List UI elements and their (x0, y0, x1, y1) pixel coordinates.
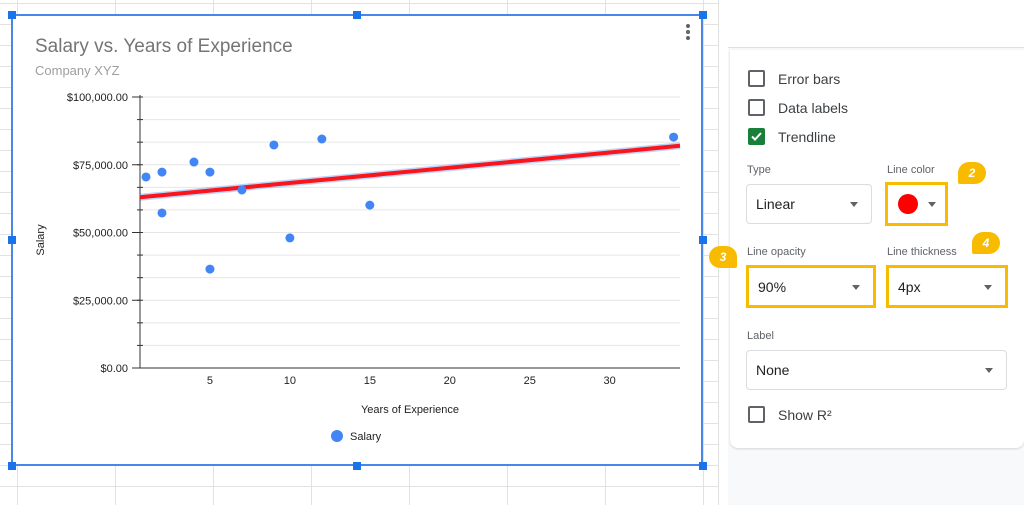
data-point (669, 132, 679, 142)
line-opacity-dropdown[interactable]: 90% (746, 265, 876, 308)
line-opacity-value: 90% (758, 278, 787, 295)
y-axis: $0.00 $25,000.00 $50,000.00 $75,000.00 $100,… (67, 92, 143, 375)
x-tick-label: 20 (444, 375, 456, 387)
data-point (365, 200, 375, 210)
type-label: Type (747, 164, 771, 176)
trendline-group (139, 142, 681, 201)
dropdown-arrow-icon (850, 202, 858, 207)
y-tick-label: $75,000.00 (73, 160, 128, 172)
type-value: Linear (756, 196, 795, 212)
y-axis-title: Salary (35, 224, 47, 256)
dropdown-arrow-icon (852, 285, 860, 290)
check-icon (751, 132, 762, 141)
trend-label-label: Label (747, 330, 774, 342)
data-point (205, 167, 215, 177)
data-labels-checkbox[interactable]: Data labels (748, 99, 848, 116)
data-point (157, 208, 167, 218)
dropdown-arrow-icon (985, 368, 993, 373)
trendline (139, 143, 681, 200)
callout-badge: 2 (958, 162, 986, 184)
dropdown-arrow-icon (928, 202, 936, 207)
show-r2-checkbox[interactable]: Show R² (748, 406, 832, 423)
x-tick-label: 30 (604, 375, 616, 387)
x-tick-label: 15 (364, 375, 376, 387)
y-tick-label: $25,000.00 (73, 295, 128, 307)
line-thickness-label: Line thickness (887, 246, 957, 258)
checkbox-box[interactable] (748, 70, 765, 87)
data-point (189, 157, 199, 167)
panel-header (728, 0, 1024, 48)
data-point (141, 172, 151, 182)
scatter-plot: $0.00 $25,000.00 $50,000.00 $75,000.00 $100,… (35, 92, 681, 443)
checkbox-box[interactable] (748, 406, 765, 423)
resize-handle-tr[interactable] (699, 11, 707, 19)
x-axis: 5 10 15 20 25 30 (140, 367, 680, 387)
x-tick-label: 25 (524, 375, 536, 387)
dropdown-arrow-icon (984, 285, 992, 290)
checkbox-label: Trendline (778, 128, 836, 145)
resize-handle-tc[interactable] (353, 11, 361, 19)
x-tick-label: 5 (207, 375, 213, 387)
trend-label-dropdown[interactable]: None (746, 350, 1007, 390)
resize-handle-br[interactable] (699, 462, 707, 470)
checkbox-label: Data labels (778, 99, 849, 116)
data-point (157, 167, 167, 177)
data-point (237, 185, 247, 195)
data-point (285, 233, 295, 243)
legend-label: Salary (350, 431, 382, 443)
callout-badge: 3 (709, 246, 737, 268)
error-bars-checkbox[interactable]: Error bars (748, 70, 840, 87)
color-swatch (898, 194, 918, 214)
gridlines (140, 96, 680, 369)
line-opacity-label: Line opacity (747, 246, 806, 258)
data-point (205, 264, 215, 274)
callout-badge: 4 (972, 232, 1000, 254)
legend-marker (331, 430, 343, 442)
data-point (269, 140, 279, 150)
checkbox-box[interactable] (748, 128, 765, 145)
resize-handle-ml[interactable] (8, 236, 16, 244)
line-thickness-dropdown[interactable]: 4px (886, 265, 1008, 308)
line-color-dropdown[interactable] (885, 182, 948, 226)
trend-label-value: None (756, 362, 790, 378)
resize-handle-bl[interactable] (8, 462, 16, 470)
checkbox-label: Show R² (778, 406, 832, 423)
resize-handle-bc[interactable] (353, 462, 361, 470)
x-axis-title: Years of Experience (361, 404, 459, 416)
y-tick-label: $100,000.00 (67, 92, 128, 104)
type-dropdown[interactable]: Linear (746, 184, 872, 224)
resize-handle-tl[interactable] (8, 11, 16, 19)
checkbox-label: Error bars (778, 70, 841, 87)
line-thickness-value: 4px (898, 278, 921, 295)
y-tick-label: $0.00 (100, 363, 128, 375)
resize-handle-mr[interactable] (699, 236, 707, 244)
y-tick-label: $50,000.00 (73, 228, 128, 240)
x-tick-label: 10 (284, 375, 296, 387)
trendline-checkbox[interactable]: Trendline (748, 128, 836, 145)
line-color-label: Line color (887, 164, 935, 176)
data-point (317, 134, 327, 144)
checkbox-box[interactable] (748, 99, 765, 116)
